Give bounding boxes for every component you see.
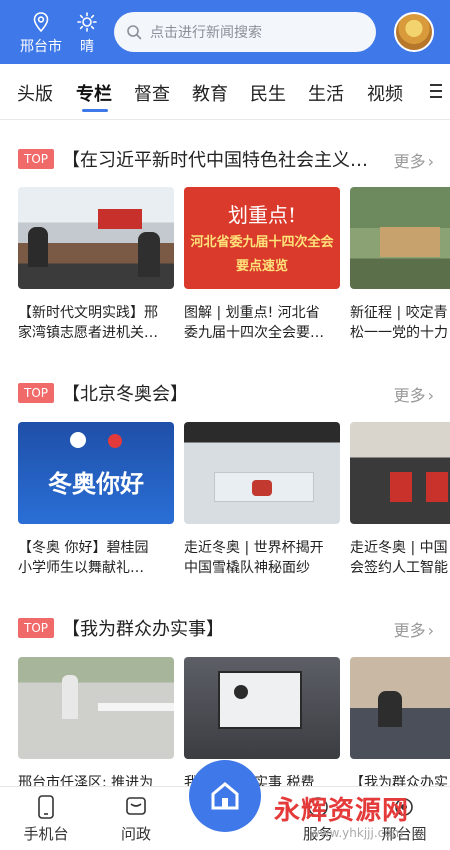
banner-subheading: 河北省委九届十四次全会 [190, 235, 334, 250]
chevron-right-icon: › [427, 152, 434, 171]
news-thumbnail[interactable]: 划重点! 河北省委九届十四次全会 要点速览 [184, 187, 340, 289]
section-header: TOP 【在习近平新时代中国特色社会主义… 更多 › [0, 146, 450, 172]
weather-label: 晴 [80, 39, 94, 55]
tab-toutiao[interactable]: 头版 [17, 80, 53, 106]
nav-label: 问政 [120, 825, 151, 843]
nav-item-shoujitai[interactable]: 手机台 [22, 795, 70, 844]
search-icon [127, 25, 142, 40]
category-tabs: 头版 专栏 督查 教育 民生 生活 视频 [0, 64, 450, 120]
tab-zhuanlan[interactable]: 专栏 [76, 80, 112, 106]
news-thumbnail[interactable] [350, 187, 450, 289]
location-label: 邢台市 [20, 39, 62, 55]
search-placeholder: 点击进行新闻搜索 [150, 25, 262, 41]
nav-label: 手机台 [23, 825, 69, 843]
location-selector[interactable]: 邢台市 [18, 12, 64, 56]
news-thumbnail[interactable] [184, 657, 340, 759]
tab-shipin[interactable]: 视频 [367, 80, 403, 106]
nav-item-wenzheng[interactable]: 问政 [116, 795, 156, 844]
top-header: 邢台市 晴 点击进行新闻搜索 [0, 0, 450, 64]
phone-icon [38, 795, 54, 819]
top-tag: TOP [18, 149, 54, 169]
news-thumbnail[interactable] [350, 657, 450, 759]
news-thumbnail[interactable] [18, 657, 174, 759]
avatar[interactable] [394, 12, 434, 52]
tab-minsheng[interactable]: 民生 [250, 80, 286, 106]
active-tab-indicator [82, 109, 108, 112]
weather-widget[interactable]: 晴 [74, 12, 100, 56]
section-header: TOP 【北京冬奥会】 更多 › [0, 380, 450, 406]
news-thumbnail[interactable] [350, 422, 450, 524]
banner-subheading: 要点速览 [235, 259, 288, 274]
more-link[interactable]: 更多 › [394, 148, 434, 172]
chevron-right-icon: › [427, 386, 434, 405]
more-link[interactable]: 更多 › [394, 617, 434, 641]
news-thumbnail[interactable]: 冬奥你好 [18, 422, 174, 524]
watermark-overlay: 永辉资源网 www.yhkjjj.com [200, 786, 450, 850]
top-tag: TOP [18, 383, 54, 403]
section-title[interactable]: 【我为群众办实事】 [62, 615, 224, 641]
section-title[interactable]: 【北京冬奥会】 [62, 380, 188, 406]
tab-ducha[interactable]: 督查 [134, 80, 170, 106]
menu-icon[interactable] [430, 84, 442, 100]
section-header: TOP 【我为群众办实事】 更多 › [0, 615, 450, 641]
section-title[interactable]: 【在习近平新时代中国特色社会主义… [62, 146, 368, 172]
news-caption[interactable]: 走近冬奥 | 中国 会签约人工智能 [350, 538, 450, 578]
news-caption[interactable]: 新征程 | 咬定青 松一一党的十力 [350, 303, 450, 343]
message-icon [126, 797, 146, 815]
search-bar[interactable]: 点击进行新闻搜索 [114, 12, 376, 52]
news-thumbnail[interactable] [184, 422, 340, 524]
more-link[interactable]: 更多 › [394, 382, 434, 406]
sun-icon [77, 12, 97, 32]
top-tag: TOP [18, 618, 54, 638]
chevron-right-icon: › [427, 621, 434, 640]
watermark-text: 永辉资源网 [274, 796, 410, 826]
news-caption[interactable]: 【冬奥 你好】碧桂园 小学师生以舞献礼… [18, 538, 174, 578]
watermark-url: www.yhkjjj.com [310, 826, 404, 840]
news-caption[interactable]: 走近冬奥 | 世界杯揭开 中国雪橇队神秘面纱 [184, 538, 340, 578]
news-thumbnail[interactable] [18, 187, 174, 289]
location-pin-icon [33, 12, 49, 33]
banner-heading: 划重点! [227, 203, 297, 227]
banner-heading: 冬奥你好 [48, 470, 144, 498]
news-caption[interactable]: 【新时代文明实践】邢 家湾镇志愿者进机关… [18, 303, 174, 343]
tab-shenghuo[interactable]: 生活 [308, 80, 344, 106]
tab-jiaoyu[interactable]: 教育 [192, 80, 228, 106]
news-caption[interactable]: 图解 | 划重点! 河北省 委九届十四次全会要… [184, 303, 340, 343]
